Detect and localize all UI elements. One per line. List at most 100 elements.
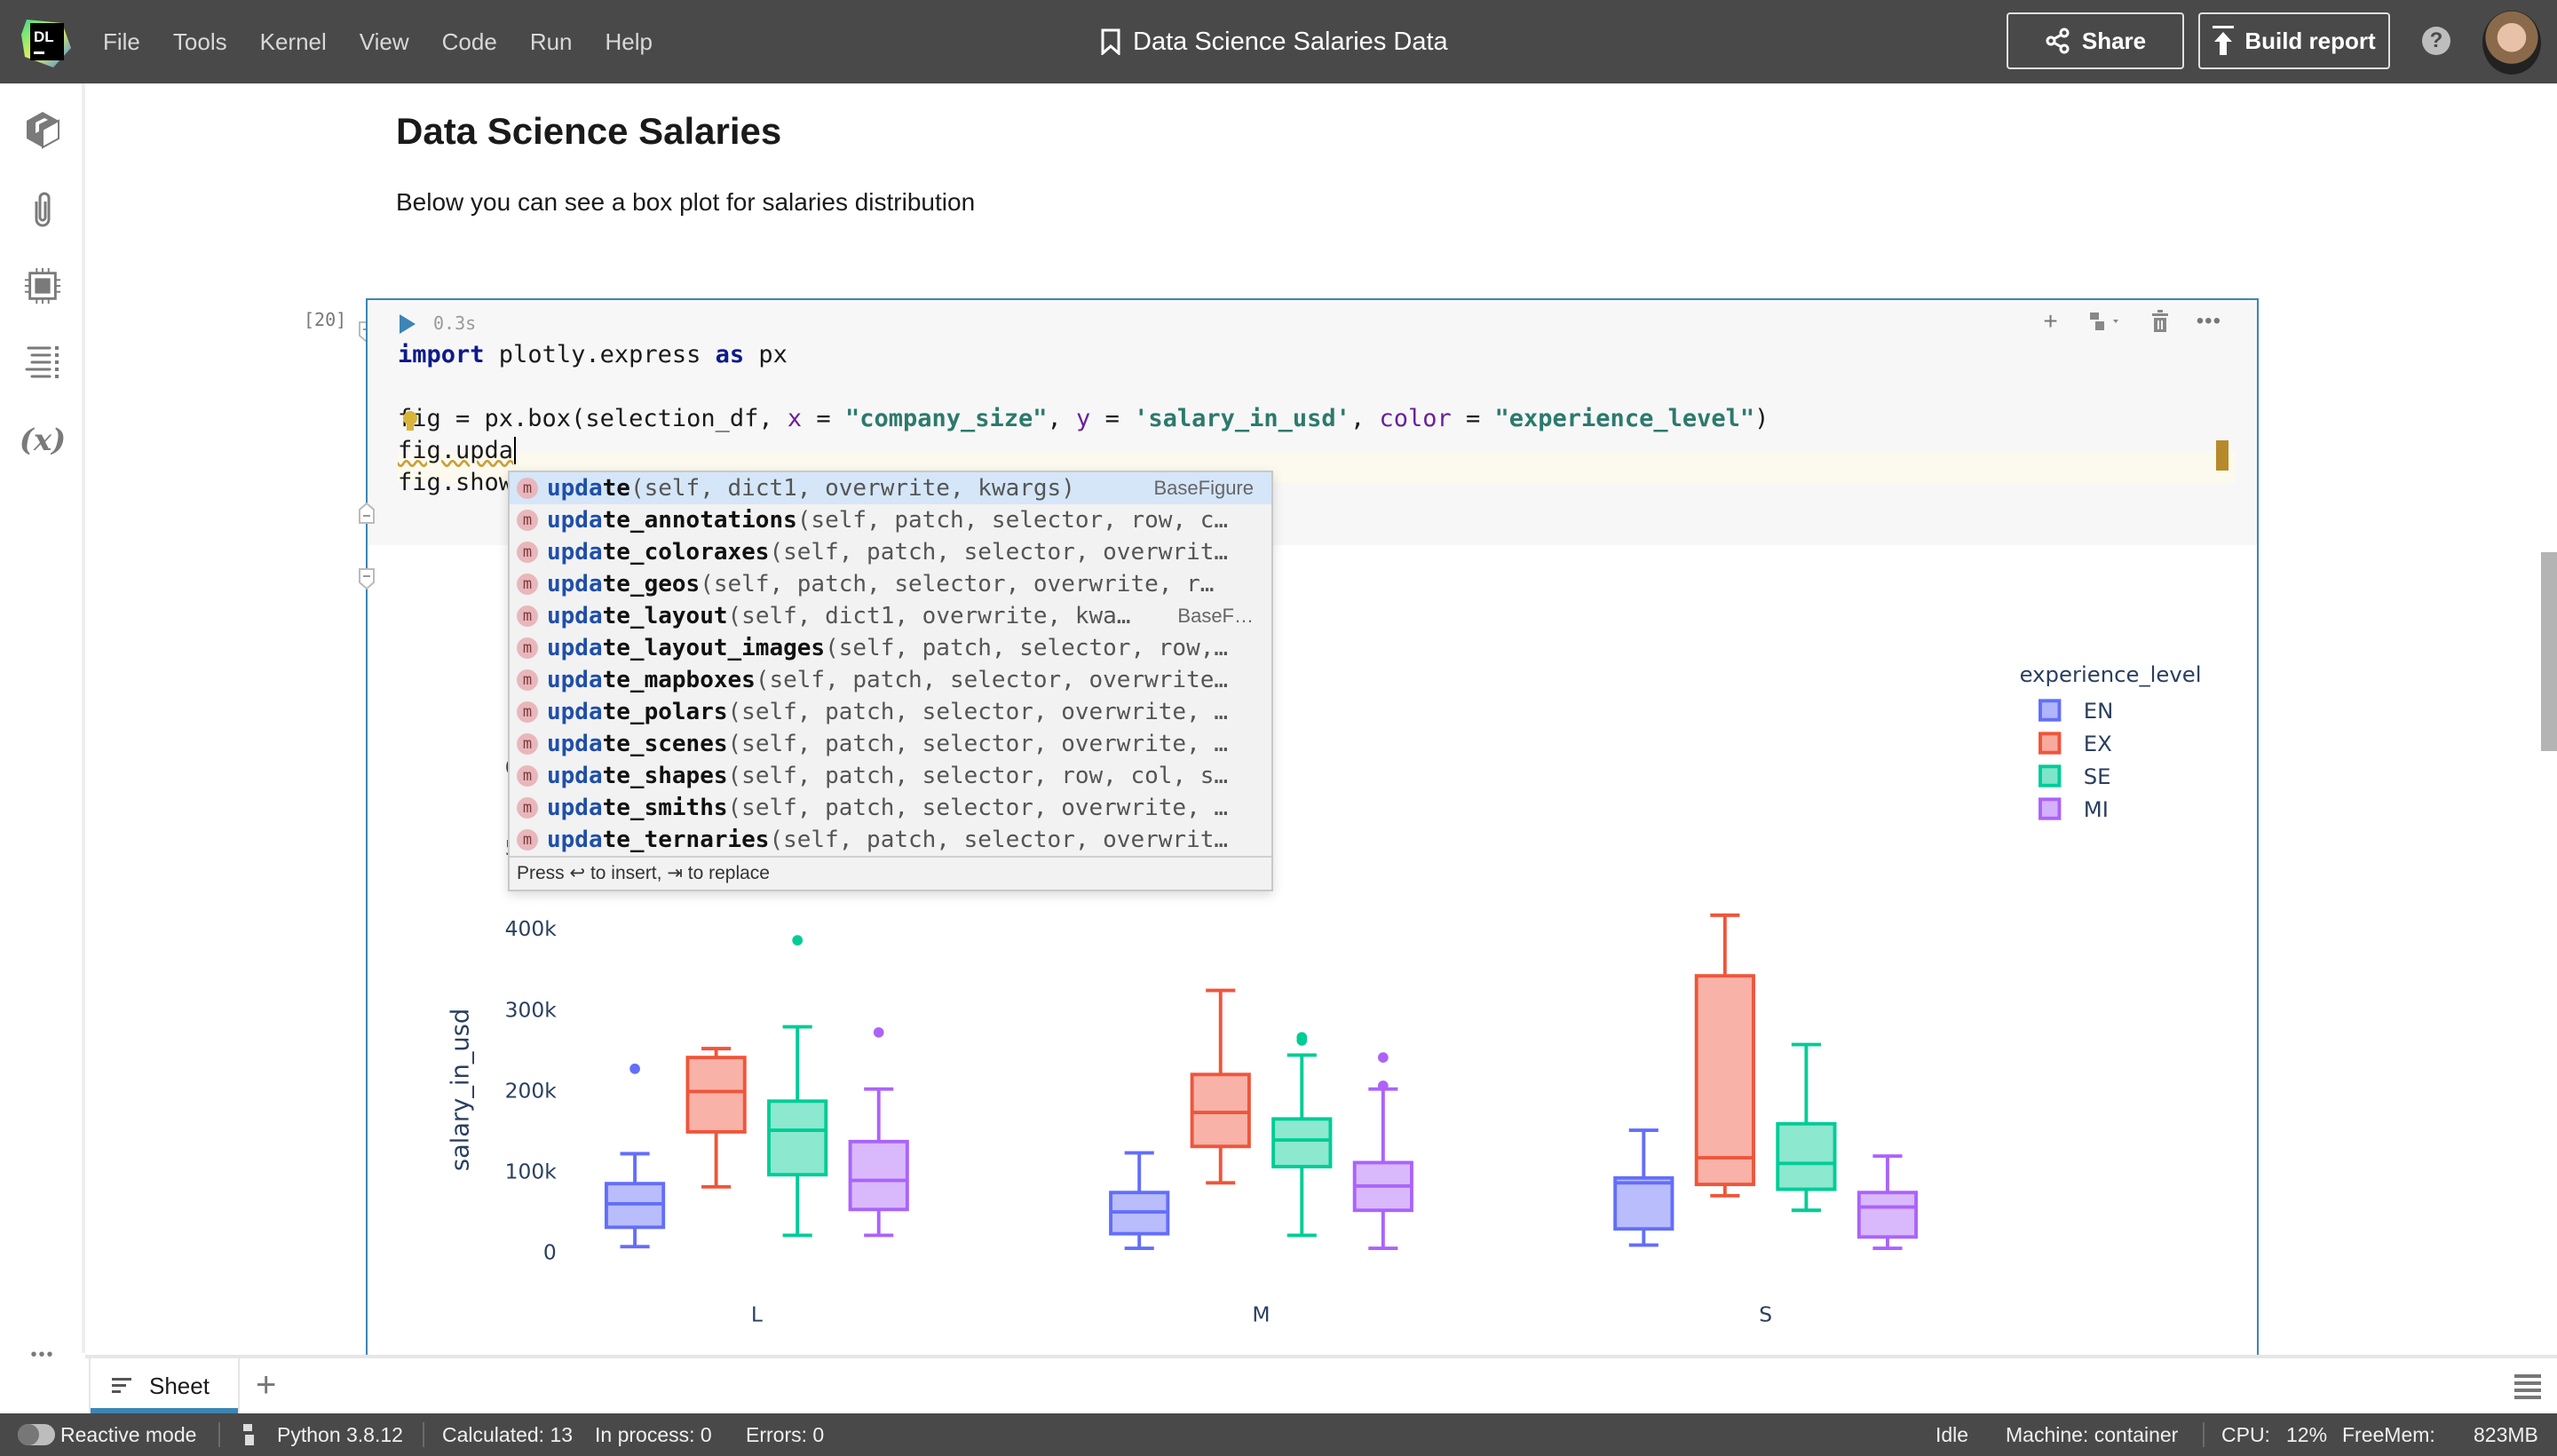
user-avatar[interactable] <box>2482 11 2541 75</box>
method-icon: m <box>517 733 538 755</box>
legend-swatch-SE <box>2038 764 2062 787</box>
method-icon: m <box>517 637 538 659</box>
y-tick-label: 200k <box>505 1078 558 1103</box>
legend-title: experience_level <box>2020 661 2202 687</box>
autocomplete-item[interactable]: m update_layout_images (self, patch, selec… <box>510 632 1271 664</box>
delete-cell-icon[interactable] <box>2150 310 2170 333</box>
completion-name: update_layout_images <box>547 635 826 661</box>
outline-icon[interactable] <box>23 343 62 382</box>
legend-swatch-EN <box>2038 699 2062 722</box>
menu-file[interactable]: File <box>103 28 140 56</box>
y-tick-label: 300k <box>505 997 558 1022</box>
autocomplete-item[interactable]: m update_geos (self, patch, selector, over… <box>510 568 1271 600</box>
completion-signature: (self, patch, selector, overwrit… <box>769 827 1229 853</box>
datalore-logo[interactable]: DL <box>18 12 76 71</box>
menu-help[interactable]: Help <box>606 28 653 56</box>
completion-type: BaseF… <box>1177 605 1254 627</box>
share-button[interactable]: Share <box>2007 12 2184 69</box>
box-EX-L <box>685 1056 747 1134</box>
more-icon[interactable]: ••• <box>23 1335 62 1374</box>
help-icon[interactable]: ? <box>2422 27 2450 55</box>
completion-signature: (self, patch, selector, overwrit… <box>769 539 1229 566</box>
box-SE-L <box>767 1099 828 1177</box>
autocomplete-item[interactable]: m update_scenes (self, patch, selector, ov… <box>510 728 1271 760</box>
sheet-icon <box>112 1378 131 1393</box>
completion-signature: (self, patch, selector, overwrite, r… <box>700 571 1215 597</box>
autocomplete-item[interactable]: m update_shapes (self, patch, selector, ro… <box>510 760 1271 792</box>
method-icon: m <box>517 669 538 691</box>
execution-time: 0.3s <box>433 313 477 334</box>
python-version[interactable]: Python 3.8.12 <box>277 1413 403 1456</box>
autocomplete-item[interactable]: m update (self, dict1, overwrite, kwargs) B… <box>510 472 1271 504</box>
attachment-icon[interactable] <box>23 190 62 229</box>
outlier-point <box>1296 1032 1308 1043</box>
y-tick-label: 0 <box>543 1239 557 1264</box>
completion-type: BaseFigure <box>1153 477 1254 499</box>
status-divider <box>2203 1422 2205 1447</box>
autocomplete-item[interactable]: m update_smiths (self, patch, selector, ov… <box>510 792 1271 824</box>
completion-name: update <box>547 475 630 502</box>
cpu-label: CPU: <box>2221 1423 2270 1446</box>
method-icon: m <box>517 765 538 787</box>
completion-name: update_shapes <box>547 763 728 789</box>
box-EN-S <box>1613 1175 1674 1231</box>
package-icon[interactable] <box>23 110 62 149</box>
machine-label[interactable]: Machine: container <box>2006 1413 2178 1456</box>
share-icon <box>2046 28 2070 54</box>
menu-view[interactable]: View <box>360 28 409 56</box>
execution-count: [20] <box>304 309 347 330</box>
autocomplete-item[interactable]: m update_polars (self, patch, selector, ov… <box>510 696 1271 728</box>
fold-marker-icon[interactable] <box>359 568 375 590</box>
code-line-3: fig = px.box(selection_df, x = "company_… <box>398 405 1769 432</box>
box-SE-M <box>1271 1117 1333 1169</box>
tab-sheet[interactable]: Sheet <box>89 1358 240 1413</box>
autocomplete-item[interactable]: m update_annotations (self, patch, selecto… <box>510 504 1271 536</box>
notebook-heading: Data Science Salaries <box>396 110 782 152</box>
add-cell-icon[interactable]: + <box>2043 307 2057 336</box>
notebook-title[interactable]: Data Science Salaries Data <box>1101 0 1448 83</box>
completion-name: update_ternaries <box>547 827 770 853</box>
method-icon: m <box>517 797 538 819</box>
main-menu: File Tools Kernel View Code Run Help <box>103 0 685 83</box>
autocomplete-item[interactable]: m update_ternaries (self, patch, selector,… <box>510 824 1271 856</box>
code-line-1: import plotly.express as px <box>398 341 788 368</box>
completion-name: update_scenes <box>547 731 728 757</box>
python-language-icon[interactable] <box>2085 309 2124 334</box>
outlier-point <box>873 1027 884 1038</box>
hamburger-menu-icon[interactable] <box>2514 1373 2541 1399</box>
completion-name: update_coloraxes <box>547 539 770 566</box>
autocomplete-item[interactable]: m update_coloraxes (self, patch, selector,… <box>510 536 1271 568</box>
python-icon <box>243 1424 254 1445</box>
processor-icon[interactable] <box>23 266 62 305</box>
outlier-point <box>629 1064 640 1074</box>
lightbulb-icon[interactable] <box>401 410 419 433</box>
menu-kernel[interactable]: Kernel <box>260 28 327 56</box>
freemem-value: 823MB <box>2474 1423 2538 1446</box>
menu-run[interactable]: Run <box>530 28 573 56</box>
fold-marker-icon[interactable] <box>359 502 375 524</box>
autocomplete-hint: Press ↩ to insert, ⇥ to replace <box>510 856 1271 890</box>
vertical-scrollbar[interactable] <box>2541 552 2557 751</box>
method-icon: m <box>517 701 538 723</box>
errors-count: Errors: 0 <box>746 1423 825 1446</box>
run-cell-icon[interactable] <box>400 314 416 334</box>
variables-icon[interactable]: (x) <box>20 421 66 460</box>
add-sheet-button[interactable]: + <box>256 1365 276 1405</box>
completion-signature: (self, dict1, overwrite, kwa… <box>727 603 1131 629</box>
menu-tools[interactable]: Tools <box>173 28 227 56</box>
reactive-mode-toggle[interactable] <box>18 1424 55 1445</box>
legend-label: EX <box>2084 731 2112 756</box>
build-report-button[interactable]: Build report <box>2198 12 2390 69</box>
menu-code[interactable]: Code <box>442 28 497 56</box>
freemem-label: FreeMem: <box>2342 1423 2435 1446</box>
cell-more-icon[interactable]: ••• <box>2197 309 2221 334</box>
autocomplete-item[interactable]: m update_mapboxes (self, patch, selector, … <box>510 664 1271 696</box>
y-axis-label: salary_in_usd <box>447 1009 474 1171</box>
upload-icon <box>2213 26 2235 55</box>
completion-signature: (self, patch, selector, row,… <box>825 635 1229 661</box>
legend-swatch-MI <box>2038 797 2062 820</box>
code-line-4[interactable]: fig.upda <box>398 435 517 467</box>
method-icon: m <box>517 574 538 595</box>
autocomplete-item[interactable]: m update_layout (self, dict1, overwrite, k… <box>510 600 1271 632</box>
box-EX-S <box>1694 974 1755 1187</box>
